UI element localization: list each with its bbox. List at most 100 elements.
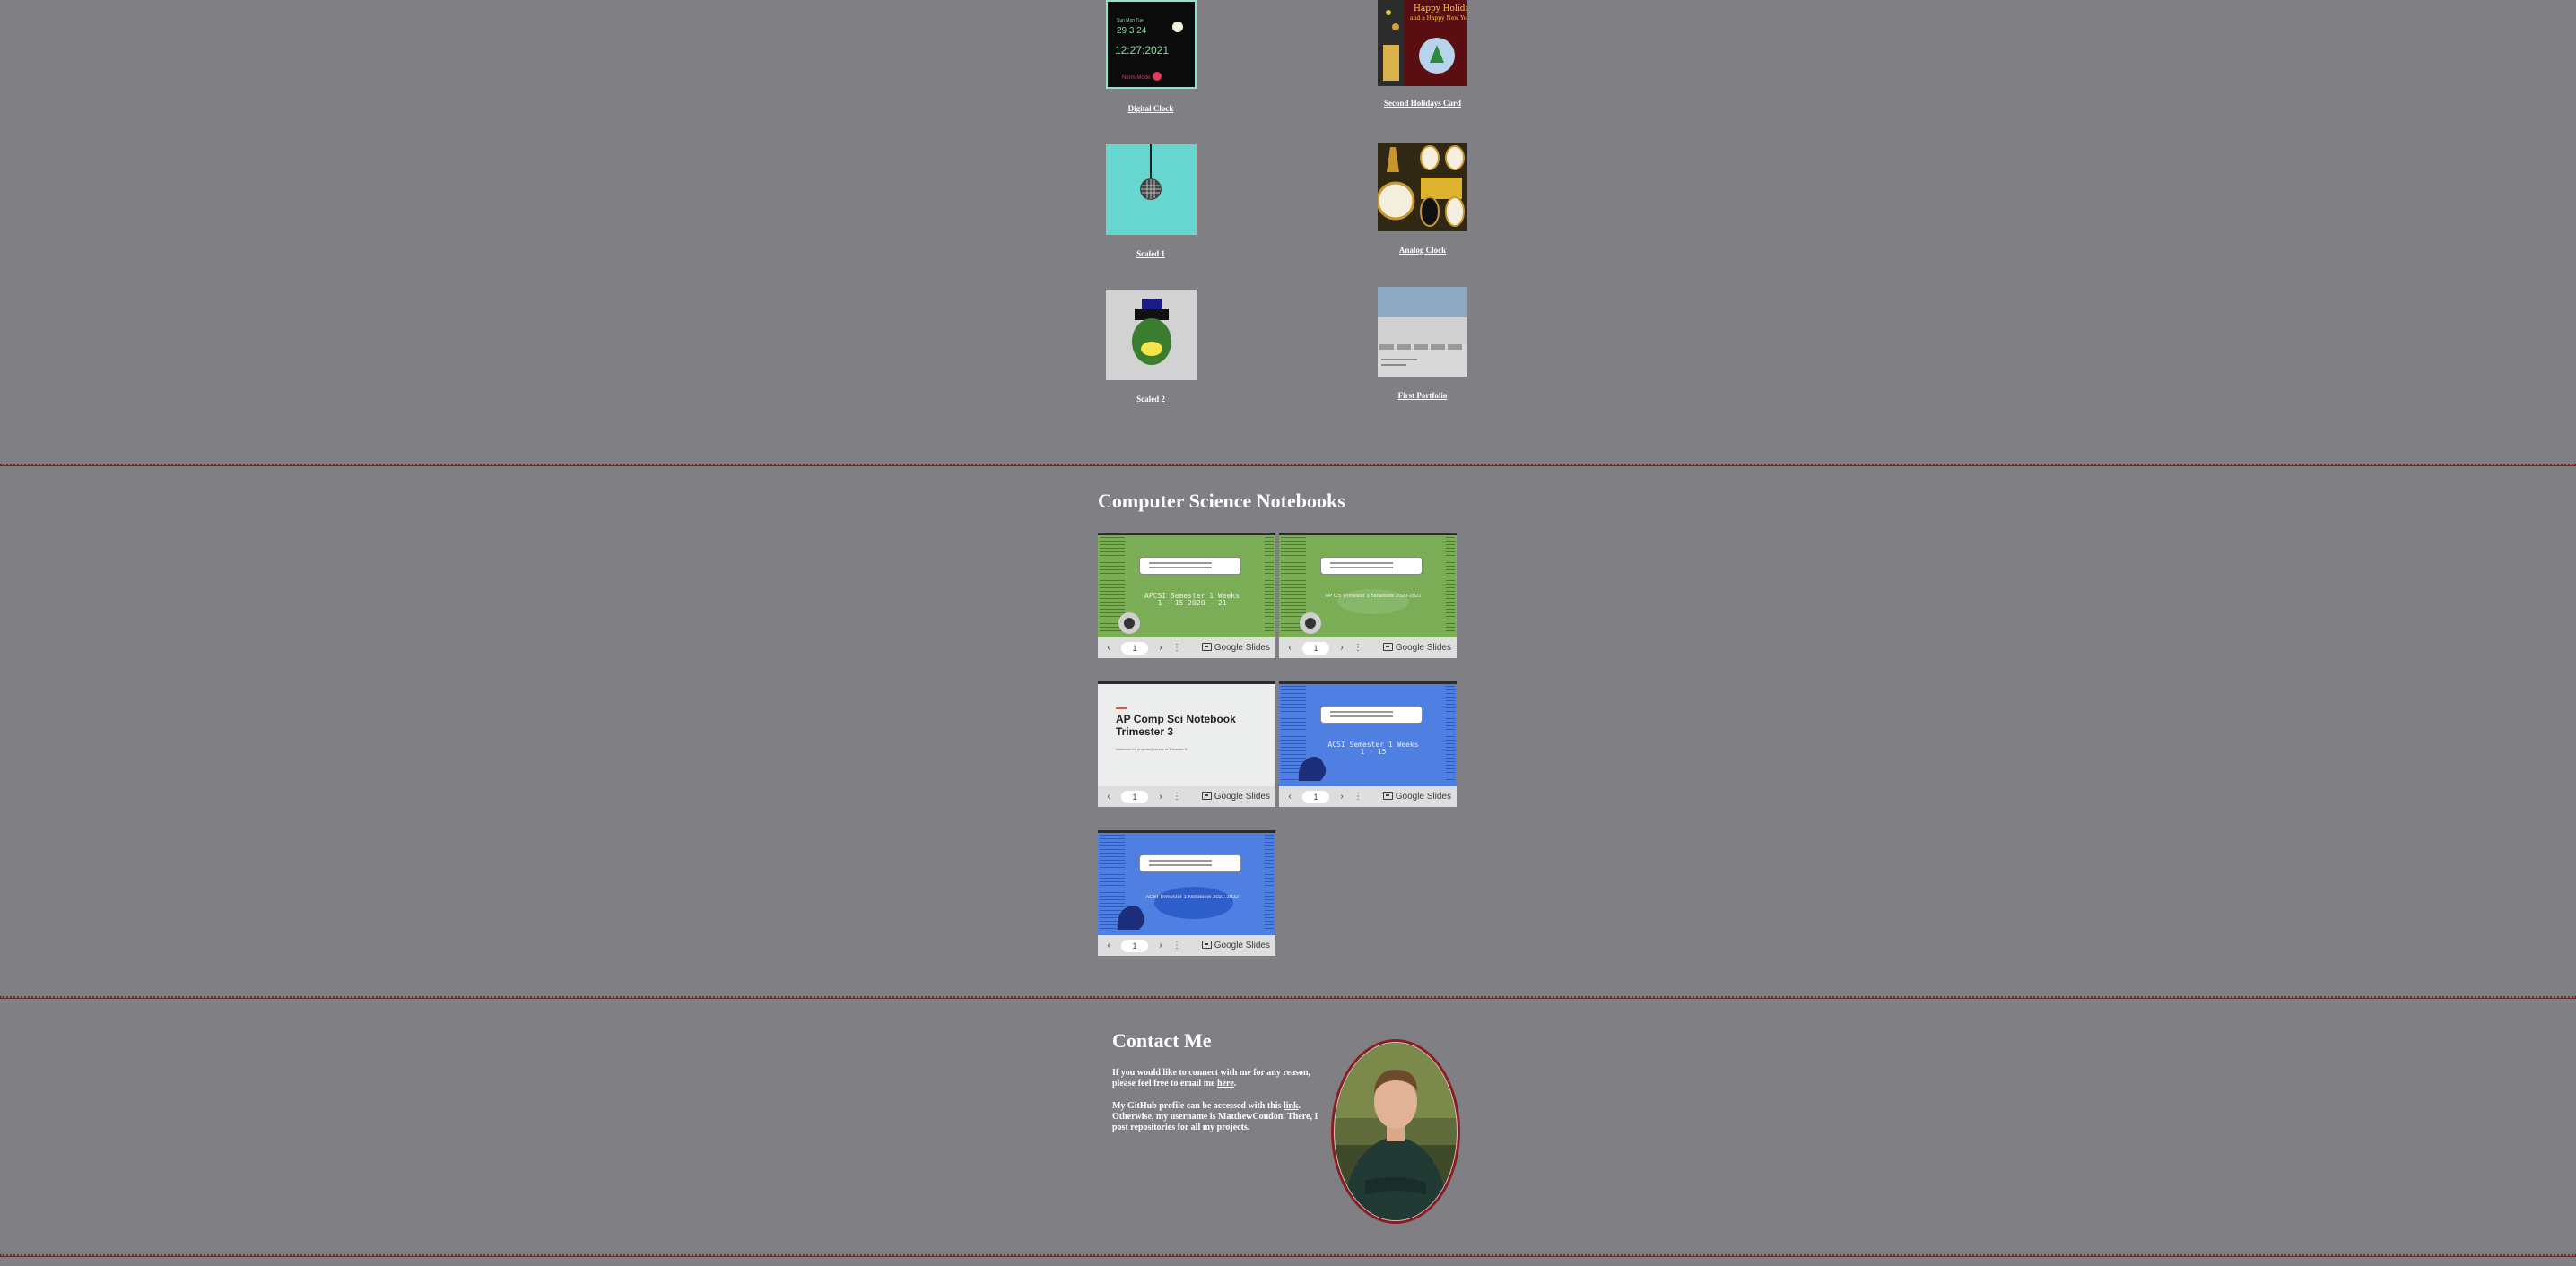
- project-link-analog-clock[interactable]: Analog Clock: [1351, 246, 1494, 255]
- prev-slide-button[interactable]: ‹: [1101, 786, 1116, 807]
- google-slides-icon: [1201, 643, 1212, 651]
- slides-control-bar: ‹ 1 › ⋮ Google Slides: [1279, 786, 1457, 807]
- digital-clock-thumbnail[interactable]: Sun Mon Tue 29 3 24 12:27:2021 Norm Mode: [1106, 0, 1197, 89]
- prev-slide-button[interactable]: ‹: [1283, 786, 1297, 807]
- project-link-digital-clock[interactable]: Digital Clock: [1079, 104, 1223, 113]
- more-options-button[interactable]: ⋮: [1351, 637, 1365, 658]
- project-link-scaled-1[interactable]: Scaled 1: [1079, 249, 1223, 258]
- scaled-2-thumbnail[interactable]: [1106, 290, 1197, 380]
- next-slide-button[interactable]: ›: [1335, 637, 1349, 658]
- github-link[interactable]: link: [1284, 1101, 1299, 1111]
- slide-form-box: [1139, 854, 1241, 872]
- project-link-first-portfolio[interactable]: First Portfolio: [1351, 391, 1494, 400]
- notebook-lines: [1265, 835, 1274, 932]
- slides-control-bar: ‹ 1 › ⋮ Google Slides: [1098, 637, 1275, 658]
- analog-clock-thumbnail[interactable]: [1378, 143, 1467, 231]
- slide-page-number[interactable]: 1: [1121, 642, 1148, 655]
- contact-github-paragraph: My GitHub profile can be accessed with t…: [1112, 1101, 1318, 1133]
- slides-embed-2[interactable]: AP CS Trimester 1 Notebook 2020-2021 ‹ 1…: [1279, 533, 1457, 658]
- project-link-scaled-2[interactable]: Scaled 2: [1079, 395, 1223, 403]
- scaled-1-preview: [1140, 144, 1162, 200]
- slides-embed-1[interactable]: APCSI Semester 1 Weeks 1 - 15 2020 - 21 …: [1098, 533, 1275, 658]
- notebook-lines: [1265, 537, 1274, 634]
- scaled-1-thumbnail[interactable]: [1106, 144, 1197, 235]
- slide-title: APCSI Semester 1 Weeks 1 - 15 2020 - 21: [1144, 592, 1240, 607]
- first-portfolio-thumbnail[interactable]: [1378, 287, 1467, 377]
- scaled-2-preview: [1132, 299, 1171, 365]
- google-slides-link[interactable]: Google Slides: [1201, 637, 1270, 658]
- slide-title: ACSI Semester 1 Weeks 1 - 15: [1327, 741, 1419, 756]
- notebook-lines: [1446, 686, 1455, 783]
- next-slide-button[interactable]: ›: [1153, 637, 1168, 658]
- contact-email-paragraph: If you would like to connect with me for…: [1112, 1068, 1318, 1089]
- contact-p1-end: .: [1233, 1079, 1237, 1088]
- slides-control-bar: ‹ 1 › ⋮ Google Slides: [1098, 786, 1275, 807]
- more-options-button[interactable]: ⋮: [1170, 935, 1184, 956]
- slides-control-bar: ‹ 1 › ⋮ Google Slides: [1098, 935, 1275, 956]
- contact-p1-text: If you would like to connect with me for…: [1112, 1068, 1311, 1088]
- prev-slide-button[interactable]: ‹: [1101, 935, 1116, 956]
- prev-slide-button[interactable]: ‹: [1101, 637, 1116, 658]
- slide-page-number[interactable]: 1: [1302, 791, 1329, 803]
- email-link[interactable]: here: [1217, 1079, 1234, 1088]
- eye-graphic: [1118, 612, 1140, 634]
- google-slides-link[interactable]: Google Slides: [1201, 935, 1270, 956]
- google-slides-icon: [1201, 792, 1212, 800]
- more-options-button[interactable]: ⋮: [1170, 786, 1184, 807]
- google-slides-icon: [1382, 792, 1393, 800]
- clock-day: 29 3 24: [1117, 26, 1147, 36]
- provider-label: Google Slides: [1214, 941, 1270, 950]
- slides-embed-4[interactable]: ACSI Semester 1 Weeks 1 - 15 ‹ 1 › ⋮ Goo…: [1279, 681, 1457, 807]
- slide-page-number[interactable]: 1: [1302, 642, 1329, 655]
- slide-preview: AP CS Trimester 1 Notebook 2020-2021: [1279, 535, 1457, 637]
- slides-control-bar: ‹ 1 › ⋮ Google Slides: [1279, 637, 1457, 658]
- slide-form-box: [1139, 557, 1241, 575]
- slide-preview: ACSI Semester 1 Weeks 1 - 15: [1279, 684, 1457, 786]
- slide-form-box: [1320, 557, 1423, 575]
- slide-subtitle: Notebook for projects/Quizzes of Trimest…: [1116, 747, 1188, 751]
- rooster-graphic: [1298, 757, 1327, 781]
- slide-title-oval: [1154, 887, 1233, 919]
- analog-clock-preview: [1378, 143, 1467, 231]
- slides-embed-3[interactable]: AP Comp Sci Notebook Trimester 3 Noteboo…: [1098, 681, 1275, 807]
- google-slides-link[interactable]: Google Slides: [1382, 637, 1451, 658]
- provider-label: Google Slides: [1214, 643, 1270, 653]
- next-slide-button[interactable]: ›: [1335, 786, 1349, 807]
- next-slide-button[interactable]: ›: [1153, 935, 1168, 956]
- google-slides-link[interactable]: Google Slides: [1201, 786, 1270, 807]
- slide-title: AP Comp Sci Notebook Trimester 3: [1116, 713, 1236, 738]
- slide-page-number[interactable]: 1: [1121, 791, 1148, 803]
- google-slides-icon: [1382, 643, 1393, 651]
- next-slide-button[interactable]: ›: [1153, 786, 1168, 807]
- section-divider: [0, 1254, 2576, 1257]
- accent-line: [1116, 707, 1127, 709]
- svg-text:Sun Mon Tue: Sun Mon Tue: [1117, 18, 1144, 23]
- google-slides-link[interactable]: Google Slides: [1382, 786, 1451, 807]
- prev-slide-button[interactable]: ‹: [1283, 637, 1297, 658]
- more-options-button[interactable]: ⋮: [1351, 786, 1365, 807]
- more-options-button[interactable]: ⋮: [1170, 637, 1184, 658]
- contact-p2-text: My GitHub profile can be accessed with t…: [1112, 1101, 1284, 1111]
- first-portfolio-preview: [1378, 287, 1467, 366]
- slide-preview: ACSI Trimester 1 Notebook 2021-2022: [1098, 833, 1275, 935]
- slide-preview: AP Comp Sci Notebook Trimester 3 Noteboo…: [1098, 684, 1275, 786]
- slide-title: AP CS Trimester 1 Notebook 2020-2021: [1325, 594, 1422, 599]
- provider-label: Google Slides: [1395, 643, 1451, 653]
- svg-text:Norm Mode: Norm Mode: [1122, 75, 1151, 81]
- contact-title: Contact Me: [1112, 1029, 1212, 1052]
- google-slides-icon: [1201, 941, 1212, 949]
- holidays-line1: Happy Holidays: [1414, 4, 1467, 13]
- slide-page-number[interactable]: 1: [1121, 940, 1148, 952]
- slides-embed-5[interactable]: ACSI Trimester 1 Notebook 2021-2022 ‹ 1 …: [1098, 830, 1275, 956]
- holidays-line2: and a Happy New Year!: [1410, 15, 1467, 22]
- holidays-card-thumbnail[interactable]: Happy Holidays and a Happy New Year!: [1378, 0, 1467, 86]
- profile-photo: [1329, 1037, 1462, 1226]
- eye-graphic: [1300, 612, 1321, 634]
- slide-form-box: [1320, 706, 1423, 724]
- project-link-holidays-card[interactable]: Second Holidays Card: [1351, 99, 1494, 108]
- clock-time: 12:27:2021: [1115, 44, 1169, 56]
- provider-label: Google Slides: [1395, 792, 1451, 802]
- notebook-lines: [1446, 537, 1455, 634]
- slide-title: ACSI Trimester 1 Notebook 2021-2022: [1145, 895, 1239, 900]
- notebooks-title: Computer Science Notebooks: [1098, 490, 1345, 512]
